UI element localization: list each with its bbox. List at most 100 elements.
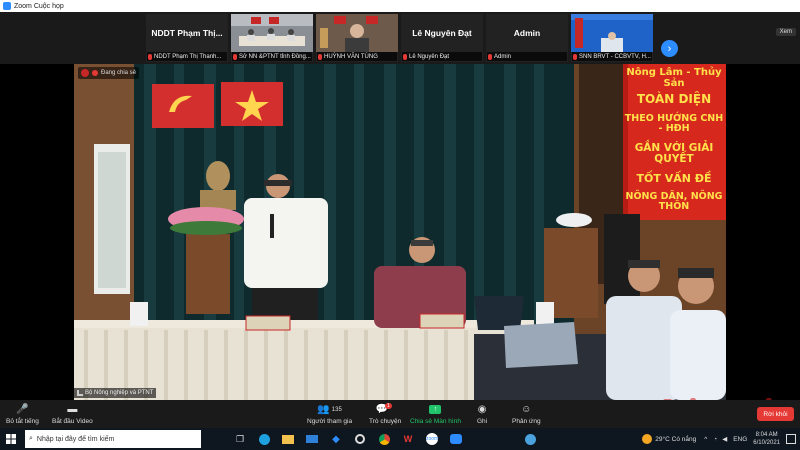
participant-caption-text: Sở NN &PTNT tỉnh Đồng... [239, 53, 311, 60]
record-button[interactable]: ◉ Ghi [477, 403, 487, 425]
shield-icon [81, 69, 89, 77]
reactions-label: Phản ứng [512, 418, 541, 425]
muted-mic-icon [148, 53, 152, 60]
participant-caption: HUỲNH VĂN TÙNG [317, 52, 397, 61]
speaker-name: Bộ Nông nghiệp và PTNT [85, 390, 154, 396]
participant-name-large: Lê Nguyên Đạt [412, 28, 472, 38]
taskbar-search-box[interactable]: ⌕ Nhập tại đây để tìm kiếm [25, 430, 201, 448]
edge-browser-icon[interactable] [252, 428, 276, 450]
record-icon: ◉ [477, 404, 487, 415]
chat-button[interactable]: 💬 1 Trò chuyện [369, 402, 402, 425]
participant-caption-text: HUỲNH VĂN TÙNG [324, 53, 378, 60]
system-tray: 29°C Có nắng ^ ◔ ◀ ENG 8:04 AM 6/10/2021 [642, 428, 800, 450]
unmute-button[interactable]: 🎤 Bỏ tắt tiếng [6, 403, 39, 425]
participant-caption-text: NDDT Phạm Thị Thanh... [154, 53, 222, 60]
share-screen-icon: ↑ [429, 403, 442, 416]
participants-count: 135 [331, 406, 342, 413]
signal-icon [77, 390, 83, 396]
chevron-right-icon: › [667, 42, 672, 55]
share-screen-label: Chia sẻ Màn hình [410, 418, 461, 425]
banner-line: NÔNG DÂN, NÔNG THÔN [625, 191, 723, 213]
wps-icon[interactable]: W [396, 428, 420, 450]
file-explorer-icon[interactable] [276, 428, 300, 450]
clock[interactable]: 8:04 AM 6/10/2021 [753, 431, 780, 447]
meeting-toolbar: 🎤 Bỏ tắt tiếng ▬ Bắt đầu Video 👥 135 Ngườ… [0, 400, 800, 428]
participant-name-large: NDDT Phạm Thị... [151, 28, 223, 38]
participant-tile[interactable]: SNN BRVT - CCBVTV, H... [571, 14, 653, 62]
participant-video-thumbnail [571, 14, 653, 52]
language-indicator[interactable]: ENG [733, 436, 747, 443]
chat-label: Trò chuyện [369, 418, 402, 425]
participant-caption: SNN BRVT - CCBVTV, H... [572, 52, 652, 61]
main-video-area: Nông Lâm - Thủy Sản TOÀN DIỆN THEO HƯỚNG… [0, 64, 800, 400]
zoom-meeting-icon[interactable] [444, 428, 468, 450]
participants-icon: 👥 135 [317, 404, 342, 415]
participant-caption-text: SNN BRVT - CCBVTV, H... [579, 53, 651, 60]
participant-tile[interactable]: NDDT Phạm Thị... NDDT Phạm Thị Thanh... [146, 14, 228, 62]
participant-video-thumbnail [316, 14, 398, 52]
search-placeholder: Nhập tại đây để tìm kiếm [36, 435, 115, 443]
participant-tile[interactable]: Admin Admin [486, 14, 568, 62]
participants-button[interactable]: 👥 135 Người tham gia [307, 403, 352, 425]
notification-icon[interactable] [786, 434, 796, 444]
muted-mic-icon [488, 53, 492, 60]
weather-text[interactable]: 29°C Có nắng [655, 436, 696, 443]
volume-icon[interactable]: ◀ [722, 435, 727, 443]
window-titlebar: Zoom Cuộc họp [0, 0, 800, 12]
active-speaker-video: Nông Lâm - Thủy Sản TOÀN DIỆN THEO HƯỚNG… [74, 64, 726, 400]
participant-tile[interactable]: Lê Nguyên Đạt Lê Nguyên Đạt [401, 14, 483, 62]
chrome-icon[interactable] [372, 428, 396, 450]
stage-banner: Nông Lâm - Thủy Sản TOÀN DIỆN THEO HƯỚNG… [624, 67, 724, 213]
mail-icon[interactable] [300, 428, 324, 450]
participant-caption: NDDT Phạm Thị Thanh... [147, 52, 227, 61]
participants-label: Người tham gia [307, 418, 353, 425]
sun-weather-icon [642, 434, 653, 444]
dropbox-icon[interactable]: ◆ [324, 428, 348, 450]
view-button[interactable]: Xem [775, 28, 796, 36]
participant-caption-text: Admin [494, 53, 512, 60]
participant-gallery: NDDT Phạm Thị... NDDT Phạm Thị Thanh... … [0, 12, 800, 64]
participant-name-large: Admin [513, 28, 541, 38]
muted-mic-icon [403, 53, 407, 60]
muted-mic-icon [573, 53, 577, 60]
clock-time: 8:04 AM [755, 432, 778, 438]
task-view-icon[interactable]: ❐ [228, 428, 252, 450]
muted-mic-icon [318, 53, 322, 60]
banner-line: THEO HƯỚNG CNH - HĐH [624, 112, 724, 134]
reactions-button[interactable]: ☺ Phản ứng [512, 403, 541, 425]
leave-button[interactable]: Rời khỏi [757, 407, 794, 421]
speaker-name-chip: Bộ Nông nghiệp và PTNT [74, 388, 157, 398]
unmute-label: Bỏ tắt tiếng [6, 418, 39, 425]
chat-icon: 💬 1 [375, 402, 392, 415]
zoom-logo-icon [3, 2, 11, 10]
participant-caption-text: Lê Nguyên Đạt [409, 53, 450, 60]
start-video-label: Bắt đầu Video [52, 418, 93, 425]
sharing-dot-icon [92, 70, 98, 76]
search-icon: ⌕ [29, 435, 33, 442]
window-title: Zoom Cuộc họp [14, 2, 64, 10]
browser-globe-icon[interactable] [518, 428, 542, 450]
record-label: Ghi [477, 418, 488, 425]
tray-arrow-icon[interactable]: ^ [704, 436, 707, 443]
muted-mic-icon [233, 53, 237, 60]
video-off-icon: ▬ [67, 404, 78, 415]
smiley-icon: ☺ [521, 404, 532, 415]
start-video-button[interactable]: ▬ Bắt đầu Video [52, 403, 93, 425]
participant-caption: Admin [487, 52, 567, 61]
banner-line: TOÀN DIỆN [636, 92, 712, 106]
participant-video-thumbnail [231, 14, 313, 52]
wifi-icon[interactable]: ◔ [713, 436, 717, 443]
windows-logo-icon [6, 434, 16, 444]
windows-taskbar: ⌕ Nhập tại đây để tìm kiếm ❐ ◆ W zoom 29… [0, 428, 800, 450]
participant-caption: Lê Nguyên Đạt [402, 52, 482, 61]
participant-tile[interactable]: HUỲNH VĂN TÙNG [316, 14, 398, 62]
zoom-app-icon[interactable]: zoom [420, 428, 444, 450]
participant-tile[interactable]: Sở NN &PTNT tỉnh Đồng... [231, 14, 313, 62]
banner-line: TỐT VẤN ĐỀ [636, 171, 712, 185]
app-circle-icon[interactable] [348, 428, 372, 450]
share-screen-button[interactable]: ↑ Chia sẻ Màn hình [410, 403, 461, 425]
start-button[interactable] [0, 428, 22, 450]
sharing-indicator[interactable]: Đang chia sẻ [78, 67, 140, 79]
chat-badge: 1 [384, 402, 392, 409]
next-page-button[interactable]: › [661, 40, 678, 57]
